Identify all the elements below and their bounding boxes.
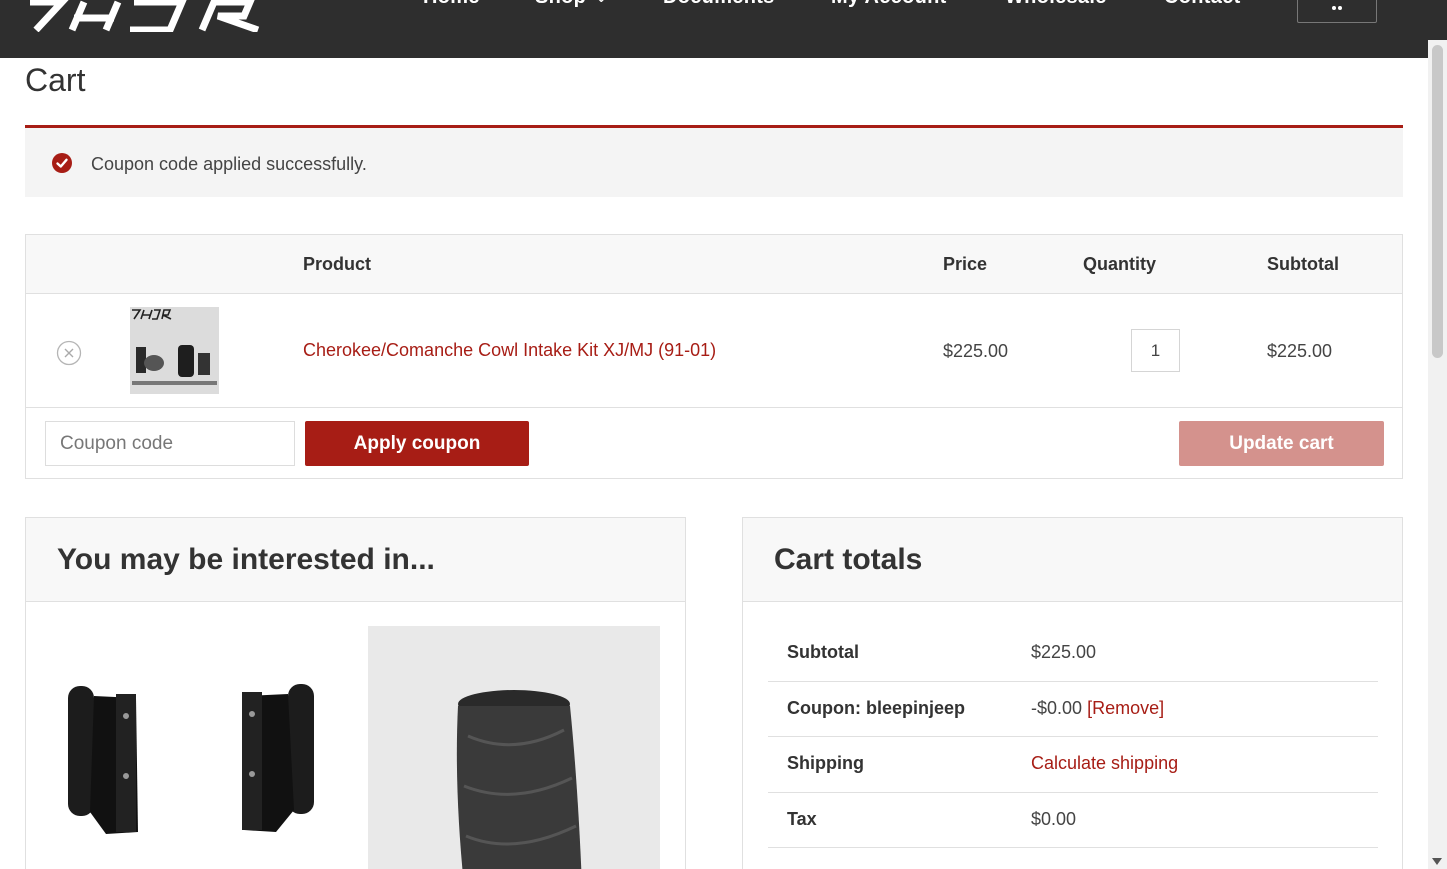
quantity-input[interactable] [1131,329,1180,372]
item-subtotal: $225.00 [1267,341,1333,361]
calculate-shipping-link[interactable]: Calculate shipping [1031,753,1178,773]
site-header: Home Shop ⌄ Documents My Account Wholesal… [0,0,1447,58]
nav-shop[interactable]: Shop ⌄ [535,0,607,9]
remove-item-icon[interactable] [56,340,82,366]
totals-label: Shipping [787,753,864,773]
nav-wholesale[interactable]: Wholesale [1005,0,1107,9]
cart-totals-panel: Cart totals Subtotal $225.00 Coupon: ble… [742,517,1403,869]
site-logo[interactable] [22,0,262,32]
nav-home[interactable]: Home [423,0,480,9]
coupon-discount: -$0.00 [Remove] [1031,698,1164,719]
col-quantity: Quantity [1083,254,1157,274]
nav-documents[interactable]: Documents [663,0,775,9]
cart-item-row: Cherokee/Comanche Cowl Intake Kit XJ/MJ … [26,294,1402,408]
cart-totals-header: Cart totals [743,518,1402,602]
notice-message: Coupon code applied successfully. [91,154,367,174]
header-cart-button[interactable] [1297,0,1377,23]
page-scrollbar[interactable] [1428,40,1447,869]
scroll-down-arrow-icon[interactable] [1432,858,1442,865]
update-cart-button[interactable]: Update cart [1179,421,1384,466]
item-price: $225.00 [943,341,1009,361]
cross-sells-panel: You may be interested in... [25,517,686,869]
cart-totals-table: Subtotal $225.00 Coupon: bleepinjeep -$0… [768,626,1378,848]
cart-table: Product Price Quantity Subtotal Cherokee… [25,234,1403,479]
product-name-link[interactable]: Cherokee/Comanche Cowl Intake Kit XJ/MJ … [303,340,716,361]
chevron-down-icon: ⌄ [596,0,606,5]
col-subtotal: Subtotal [1267,254,1339,274]
col-product: Product [303,254,372,274]
totals-row-shipping: Shipping Calculate shipping [768,737,1378,793]
apply-coupon-button[interactable]: Apply coupon [305,421,529,466]
totals-label: Tax [787,808,817,829]
col-price: Price [943,254,988,274]
cross-sells-header: You may be interested in... [26,518,685,602]
nav-contact[interactable]: Contact [1164,0,1241,9]
cart-icon [1332,6,1342,10]
check-circle-icon [52,153,72,173]
totals-value: $0.00 [1031,808,1077,829]
shipping-value: Calculate shipping [1031,753,1178,774]
totals-label: Subtotal [787,642,859,662]
totals-row-tax: Tax $0.00 [768,793,1378,848]
coupon-code-input[interactable] [45,421,295,466]
cart-totals-title: Cart totals [774,543,923,576]
nav-my-account[interactable]: My Account [831,0,947,9]
product-thumbnail[interactable] [130,307,219,394]
page-title: Cart [25,62,86,98]
totals-row-coupon: Coupon: bleepinjeep -$0.00 [Remove] [768,682,1378,737]
cross-sell-product-image[interactable] [46,626,338,869]
cross-sells-title: You may be interested in... [57,543,435,576]
remove-coupon-link[interactable]: [Remove] [1087,698,1164,718]
coupon-value: -$0.00 [1031,697,1083,718]
cart-actions: Apply coupon Update cart [26,408,1402,479]
totals-value: $225.00 [1031,642,1097,662]
totals-label: Coupon: bleepinjeep [787,697,965,718]
nav-shop-label: Shop [535,0,586,8]
cart-table-header: Product Price Quantity Subtotal [26,235,1402,294]
totals-row-subtotal: Subtotal $225.00 [768,626,1378,682]
cross-sell-product-image-2[interactable] [368,626,660,869]
scrollbar-thumb[interactable] [1432,45,1443,358]
success-notice: Coupon code applied successfully. [25,125,1403,197]
